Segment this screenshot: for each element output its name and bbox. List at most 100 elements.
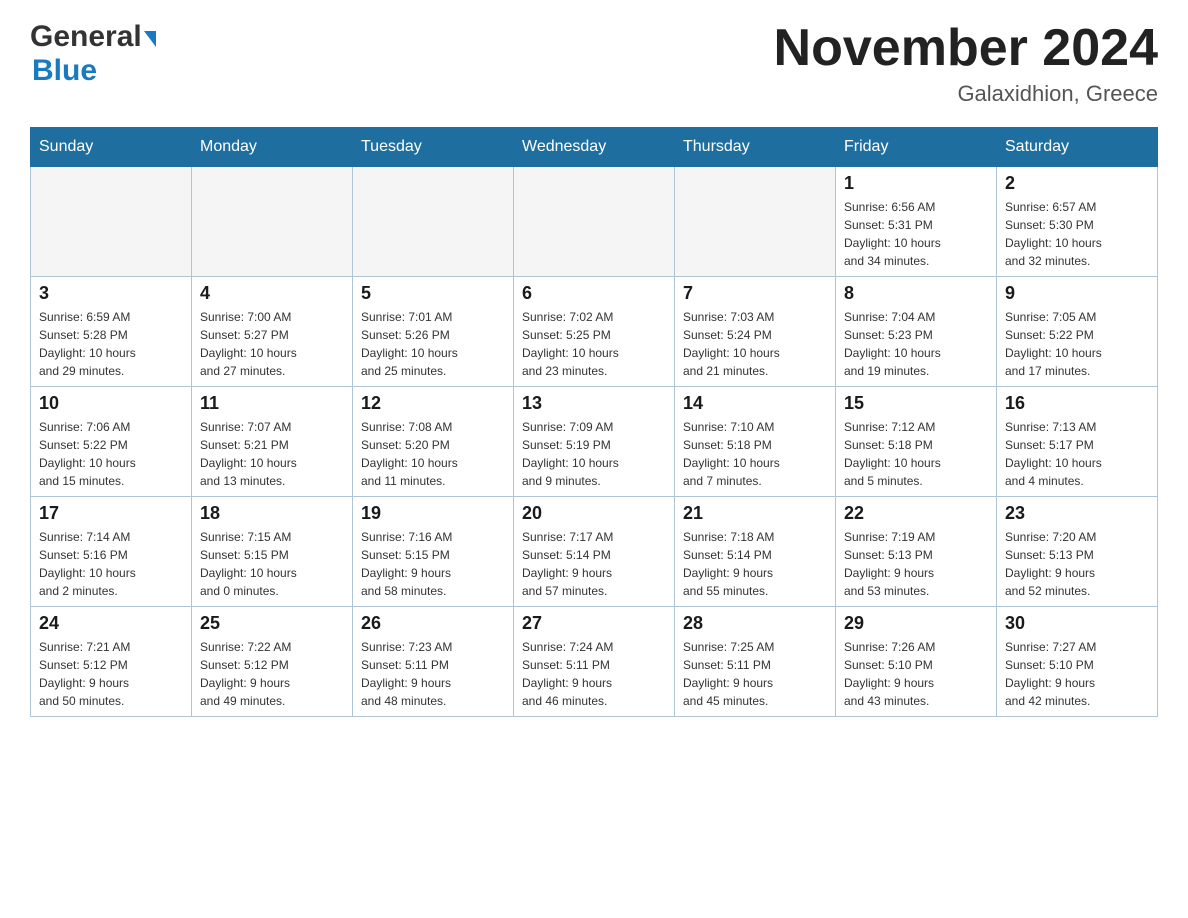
week-row-1: 1 Sunrise: 6:56 AM Sunset: 5:31 PM Daylig… <box>31 167 1158 277</box>
day-info: Sunrise: 7:01 AM Sunset: 5:26 PM Dayligh… <box>361 308 505 380</box>
page-header: General Blue November 2024 Galaxidhion, … <box>30 20 1158 107</box>
calendar-cell <box>353 167 514 277</box>
day-number: 23 <box>1005 503 1149 524</box>
week-row-4: 17 Sunrise: 7:14 AM Sunset: 5:16 PM Dayli… <box>31 497 1158 607</box>
day-number: 17 <box>39 503 183 524</box>
day-info: Sunrise: 7:23 AM Sunset: 5:11 PM Dayligh… <box>361 638 505 710</box>
calendar-cell: 5 Sunrise: 7:01 AM Sunset: 5:26 PM Daylig… <box>353 277 514 387</box>
day-number: 19 <box>361 503 505 524</box>
logo-blue-text: Blue <box>32 54 97 88</box>
calendar-cell: 25Sunrise: 7:22 AM Sunset: 5:12 PM Dayli… <box>192 607 353 717</box>
day-info: Sunrise: 6:56 AM Sunset: 5:31 PM Dayligh… <box>844 198 988 270</box>
day-info: Sunrise: 7:12 AM Sunset: 5:18 PM Dayligh… <box>844 418 988 490</box>
day-info: Sunrise: 7:04 AM Sunset: 5:23 PM Dayligh… <box>844 308 988 380</box>
weekday-header-monday: Monday <box>192 128 353 167</box>
weekday-header-thursday: Thursday <box>675 128 836 167</box>
weekday-header-sunday: Sunday <box>31 128 192 167</box>
week-row-5: 24Sunrise: 7:21 AM Sunset: 5:12 PM Dayli… <box>31 607 1158 717</box>
day-number: 5 <box>361 283 505 304</box>
calendar-cell: 4 Sunrise: 7:00 AM Sunset: 5:27 PM Daylig… <box>192 277 353 387</box>
calendar-cell: 3 Sunrise: 6:59 AM Sunset: 5:28 PM Daylig… <box>31 277 192 387</box>
day-info: Sunrise: 7:18 AM Sunset: 5:14 PM Dayligh… <box>683 528 827 600</box>
calendar-cell: 30 Sunrise: 7:27 AM Sunset: 5:10 PM Dayli… <box>997 607 1158 717</box>
calendar-cell: 20 Sunrise: 7:17 AM Sunset: 5:14 PM Dayli… <box>514 497 675 607</box>
day-number: 12 <box>361 393 505 414</box>
logo-general-text: General <box>30 20 142 54</box>
day-number: 2 <box>1005 173 1149 194</box>
calendar-cell: 1 Sunrise: 6:56 AM Sunset: 5:31 PM Daylig… <box>836 167 997 277</box>
calendar-cell: 8 Sunrise: 7:04 AM Sunset: 5:23 PM Daylig… <box>836 277 997 387</box>
weekday-header-tuesday: Tuesday <box>353 128 514 167</box>
day-number: 14 <box>683 393 827 414</box>
day-info: Sunrise: 7:06 AM Sunset: 5:22 PM Dayligh… <box>39 418 183 490</box>
day-number: 13 <box>522 393 666 414</box>
calendar-cell: 6 Sunrise: 7:02 AM Sunset: 5:25 PM Daylig… <box>514 277 675 387</box>
day-info: Sunrise: 7:17 AM Sunset: 5:14 PM Dayligh… <box>522 528 666 600</box>
calendar-cell: 23 Sunrise: 7:20 AM Sunset: 5:13 PM Dayli… <box>997 497 1158 607</box>
location-title: Galaxidhion, Greece <box>774 81 1158 107</box>
day-number: 20 <box>522 503 666 524</box>
calendar-cell: 11 Sunrise: 7:07 AM Sunset: 5:21 PM Dayli… <box>192 387 353 497</box>
day-number: 16 <box>1005 393 1149 414</box>
calendar-cell <box>31 167 192 277</box>
calendar-cell: 12Sunrise: 7:08 AM Sunset: 5:20 PM Dayli… <box>353 387 514 497</box>
day-info: Sunrise: 7:15 AM Sunset: 5:15 PM Dayligh… <box>200 528 344 600</box>
day-info: Sunrise: 7:07 AM Sunset: 5:21 PM Dayligh… <box>200 418 344 490</box>
calendar-cell: 16Sunrise: 7:13 AM Sunset: 5:17 PM Dayli… <box>997 387 1158 497</box>
day-number: 8 <box>844 283 988 304</box>
day-info: Sunrise: 7:24 AM Sunset: 5:11 PM Dayligh… <box>522 638 666 710</box>
calendar-cell: 9Sunrise: 7:05 AM Sunset: 5:22 PM Daylig… <box>997 277 1158 387</box>
day-info: Sunrise: 7:02 AM Sunset: 5:25 PM Dayligh… <box>522 308 666 380</box>
day-number: 1 <box>844 173 988 194</box>
day-number: 3 <box>39 283 183 304</box>
calendar-cell: 24Sunrise: 7:21 AM Sunset: 5:12 PM Dayli… <box>31 607 192 717</box>
calendar-cell <box>514 167 675 277</box>
day-info: Sunrise: 7:21 AM Sunset: 5:12 PM Dayligh… <box>39 638 183 710</box>
calendar-cell: 28 Sunrise: 7:25 AM Sunset: 5:11 PM Dayli… <box>675 607 836 717</box>
calendar-cell: 26Sunrise: 7:23 AM Sunset: 5:11 PM Dayli… <box>353 607 514 717</box>
logo-triangle-icon <box>144 31 156 47</box>
day-info: Sunrise: 7:16 AM Sunset: 5:15 PM Dayligh… <box>361 528 505 600</box>
logo: General Blue <box>30 20 156 88</box>
day-info: Sunrise: 7:10 AM Sunset: 5:18 PM Dayligh… <box>683 418 827 490</box>
day-info: Sunrise: 7:27 AM Sunset: 5:10 PM Dayligh… <box>1005 638 1149 710</box>
day-number: 9 <box>1005 283 1149 304</box>
calendar-cell: 14 Sunrise: 7:10 AM Sunset: 5:18 PM Dayli… <box>675 387 836 497</box>
calendar-cell <box>192 167 353 277</box>
day-info: Sunrise: 6:57 AM Sunset: 5:30 PM Dayligh… <box>1005 198 1149 270</box>
calendar-cell: 29 Sunrise: 7:26 AM Sunset: 5:10 PM Dayli… <box>836 607 997 717</box>
day-info: Sunrise: 7:03 AM Sunset: 5:24 PM Dayligh… <box>683 308 827 380</box>
day-info: Sunrise: 7:25 AM Sunset: 5:11 PM Dayligh… <box>683 638 827 710</box>
day-number: 15 <box>844 393 988 414</box>
day-info: Sunrise: 7:22 AM Sunset: 5:12 PM Dayligh… <box>200 638 344 710</box>
calendar-cell: 15 Sunrise: 7:12 AM Sunset: 5:18 PM Dayli… <box>836 387 997 497</box>
title-block: November 2024 Galaxidhion, Greece <box>774 20 1158 107</box>
calendar-cell: 7Sunrise: 7:03 AM Sunset: 5:24 PM Daylig… <box>675 277 836 387</box>
day-info: Sunrise: 7:00 AM Sunset: 5:27 PM Dayligh… <box>200 308 344 380</box>
day-number: 28 <box>683 613 827 634</box>
day-number: 30 <box>1005 613 1149 634</box>
day-number: 21 <box>683 503 827 524</box>
day-info: Sunrise: 6:59 AM Sunset: 5:28 PM Dayligh… <box>39 308 183 380</box>
day-info: Sunrise: 7:26 AM Sunset: 5:10 PM Dayligh… <box>844 638 988 710</box>
weekday-header-saturday: Saturday <box>997 128 1158 167</box>
calendar-cell: 18 Sunrise: 7:15 AM Sunset: 5:15 PM Dayli… <box>192 497 353 607</box>
day-number: 29 <box>844 613 988 634</box>
calendar-cell: 27 Sunrise: 7:24 AM Sunset: 5:11 PM Dayli… <box>514 607 675 717</box>
week-row-2: 3 Sunrise: 6:59 AM Sunset: 5:28 PM Daylig… <box>31 277 1158 387</box>
calendar-cell: 13 Sunrise: 7:09 AM Sunset: 5:19 PM Dayli… <box>514 387 675 497</box>
day-number: 10 <box>39 393 183 414</box>
calendar-cell: 21 Sunrise: 7:18 AM Sunset: 5:14 PM Dayli… <box>675 497 836 607</box>
day-info: Sunrise: 7:20 AM Sunset: 5:13 PM Dayligh… <box>1005 528 1149 600</box>
calendar-table: SundayMondayTuesdayWednesdayThursdayFrid… <box>30 127 1158 717</box>
weekday-header-row: SundayMondayTuesdayWednesdayThursdayFrid… <box>31 128 1158 167</box>
day-number: 4 <box>200 283 344 304</box>
calendar-cell: 22Sunrise: 7:19 AM Sunset: 5:13 PM Dayli… <box>836 497 997 607</box>
day-info: Sunrise: 7:14 AM Sunset: 5:16 PM Dayligh… <box>39 528 183 600</box>
day-number: 27 <box>522 613 666 634</box>
weekday-header-wednesday: Wednesday <box>514 128 675 167</box>
day-number: 18 <box>200 503 344 524</box>
day-number: 11 <box>200 393 344 414</box>
day-info: Sunrise: 7:09 AM Sunset: 5:19 PM Dayligh… <box>522 418 666 490</box>
day-number: 6 <box>522 283 666 304</box>
